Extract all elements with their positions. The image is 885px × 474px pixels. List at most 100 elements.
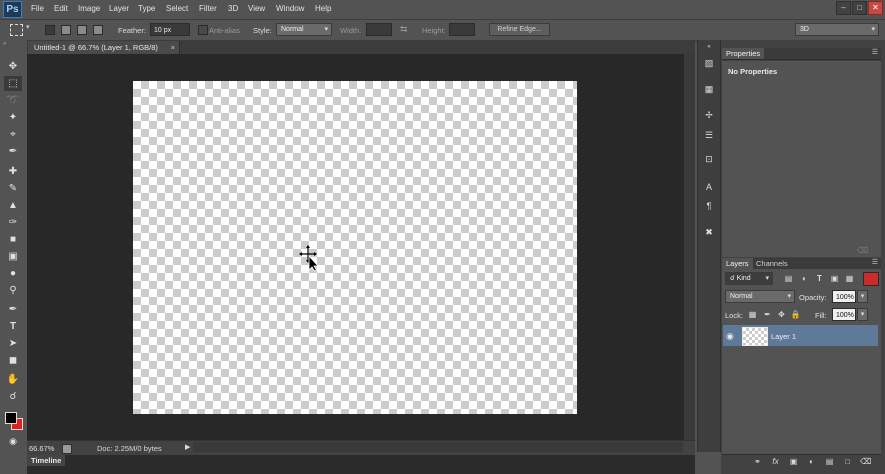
- add-mask-icon[interactable]: ▣: [788, 456, 799, 467]
- menu-view[interactable]: View: [248, 4, 265, 13]
- subtract-from-selection-icon[interactable]: [77, 25, 87, 35]
- filter-toggle-switch[interactable]: [863, 272, 879, 286]
- swap-dimensions-icon[interactable]: ⇆: [400, 24, 408, 35]
- anti-alias-checkbox[interactable]: [198, 25, 208, 35]
- layers-tab[interactable]: Layers: [722, 258, 753, 269]
- filter-adjustment-icon[interactable]: ◐: [799, 273, 810, 284]
- eye-icon[interactable]: ◉: [726, 331, 734, 342]
- filter-pixel-icon[interactable]: ▤: [783, 273, 794, 284]
- width-input[interactable]: [366, 23, 392, 36]
- filter-type-icon[interactable]: T: [814, 273, 825, 284]
- new-adjustment-layer-icon[interactable]: ◐: [806, 456, 817, 467]
- character-panel-icon[interactable]: A: [702, 181, 716, 194]
- fill-input[interactable]: 100%: [832, 308, 856, 321]
- fill-chevron-icon[interactable]: ▾: [857, 308, 868, 321]
- new-selection-icon[interactable]: [45, 25, 55, 35]
- move-tool-icon[interactable]: ✥: [4, 59, 22, 74]
- pen-tool-icon[interactable]: ✒: [4, 302, 22, 317]
- timeline-tab[interactable]: Timeline: [27, 455, 65, 466]
- history-brush-tool-icon[interactable]: ✑: [4, 215, 22, 230]
- style-dropdown[interactable]: Normal: [276, 23, 332, 36]
- menu-layer[interactable]: Layer: [109, 4, 129, 13]
- brush-tool-icon[interactable]: ✎: [4, 181, 22, 196]
- eyedropper-tool-icon[interactable]: ✒: [4, 144, 22, 159]
- minimize-button[interactable]: –: [836, 1, 851, 15]
- menu-select[interactable]: Select: [166, 4, 188, 13]
- document-tab[interactable]: Untitled-1 @ 66.7% (Layer 1, RGB/8) ×: [28, 41, 180, 54]
- quick-selection-tool-icon[interactable]: ✦: [4, 110, 22, 125]
- lasso-tool-icon[interactable]: ➰: [4, 93, 22, 108]
- foreground-color-swatch-front[interactable]: [5, 412, 17, 424]
- marquee-tool-preset-icon[interactable]: [10, 24, 23, 36]
- status-menu-arrow-icon[interactable]: ▶: [185, 443, 190, 451]
- add-to-selection-icon[interactable]: [61, 25, 71, 35]
- opacity-chevron-icon[interactable]: ▾: [857, 290, 868, 303]
- rectangular-marquee-tool-icon[interactable]: ⬚: [4, 76, 22, 91]
- maximize-button[interactable]: □: [852, 1, 867, 15]
- document-status-icon[interactable]: [62, 444, 72, 454]
- menu-filter[interactable]: Filter: [199, 4, 217, 13]
- menu-file[interactable]: File: [31, 4, 44, 13]
- filter-shape-icon[interactable]: ▣: [829, 273, 840, 284]
- crop-tool-icon[interactable]: ⌖: [4, 127, 22, 142]
- transparent-canvas[interactable]: [133, 81, 577, 414]
- menu-type[interactable]: Type: [138, 4, 155, 13]
- layer-name[interactable]: Layer 1: [771, 332, 796, 341]
- filter-smart-object-icon[interactable]: ▦: [844, 273, 855, 284]
- type-tool-icon[interactable]: T: [4, 319, 22, 334]
- gradient-tool-icon[interactable]: ▣: [4, 249, 22, 264]
- properties-delete-icon[interactable]: ⌫: [857, 246, 868, 255]
- zoom-tool-icon[interactable]: ☌: [4, 389, 22, 404]
- menu-image[interactable]: Image: [78, 4, 100, 13]
- clone-stamp-tool-icon[interactable]: ▲: [4, 198, 22, 213]
- height-input[interactable]: [449, 23, 475, 36]
- link-layers-icon[interactable]: ⚭: [752, 456, 763, 467]
- panel-collapse-icon[interactable]: »: [3, 41, 6, 47]
- tool-presets-panel-icon[interactable]: ✖: [702, 226, 716, 239]
- brush-presets-panel-icon[interactable]: ☰: [702, 129, 716, 142]
- lock-image-pixels-icon[interactable]: ✒: [762, 309, 773, 320]
- menu-help[interactable]: Help: [315, 4, 331, 13]
- layer-thumbnail[interactable]: [742, 327, 768, 346]
- strip-collapse-icon[interactable]: «: [702, 41, 716, 54]
- close-window-button[interactable]: ✕: [868, 1, 883, 15]
- eraser-tool-icon[interactable]: ■: [4, 232, 22, 247]
- menu-edit[interactable]: Edit: [54, 4, 68, 13]
- horizontal-scrollbar[interactable]: [193, 442, 683, 452]
- blend-mode-dropdown[interactable]: Normal: [725, 290, 795, 303]
- chevron-down-icon[interactable]: ▾: [26, 23, 30, 31]
- paragraph-panel-icon[interactable]: ¶: [702, 200, 716, 213]
- menu-3d[interactable]: 3D: [228, 4, 238, 13]
- lock-position-icon[interactable]: ✥: [776, 309, 787, 320]
- quick-mask-icon[interactable]: ◉: [4, 434, 22, 449]
- vertical-scrollbar[interactable]: [684, 54, 695, 440]
- intersect-selection-icon[interactable]: [93, 25, 103, 35]
- menu-window[interactable]: Window: [276, 4, 304, 13]
- lock-transparent-pixels-icon[interactable]: ▦: [747, 309, 758, 320]
- opacity-input[interactable]: 100%: [832, 290, 856, 303]
- workspace-dropdown[interactable]: 3D: [795, 23, 879, 36]
- path-selection-tool-icon[interactable]: ➤: [4, 336, 22, 351]
- channels-tab[interactable]: Channels: [752, 258, 792, 269]
- layer-filter-dropdown[interactable]: ☌ Kind: [725, 272, 773, 285]
- new-group-icon[interactable]: ▤: [824, 456, 835, 467]
- zoom-level[interactable]: 66.67%: [29, 444, 54, 453]
- shape-tool-icon[interactable]: ◼: [4, 353, 22, 368]
- panel-menu-icon[interactable]: ☰: [872, 48, 878, 56]
- properties-tab[interactable]: Properties: [722, 48, 765, 59]
- dodge-tool-icon[interactable]: ⚲: [4, 283, 22, 298]
- hand-tool-icon[interactable]: ✋: [4, 372, 22, 387]
- new-layer-icon[interactable]: □: [842, 456, 853, 467]
- adjustments-panel-icon[interactable]: ✢: [702, 109, 716, 122]
- swatches-panel-icon[interactable]: ▦: [702, 83, 716, 96]
- feather-input[interactable]: 10 px: [150, 23, 190, 36]
- healing-brush-tool-icon[interactable]: ✚: [4, 164, 22, 179]
- delete-layer-icon[interactable]: ⌫: [860, 456, 871, 467]
- layers-panel-menu-icon[interactable]: ☰: [872, 258, 878, 266]
- lock-all-icon[interactable]: 🔒: [790, 309, 801, 320]
- refine-edge-button[interactable]: Refine Edge...: [489, 23, 550, 36]
- document-info[interactable]: Doc: 2.25M/0 bytes: [97, 444, 162, 453]
- blur-tool-icon[interactable]: ●: [4, 266, 22, 281]
- close-tab-icon[interactable]: ×: [171, 41, 175, 54]
- layer-style-icon[interactable]: fx: [770, 456, 781, 467]
